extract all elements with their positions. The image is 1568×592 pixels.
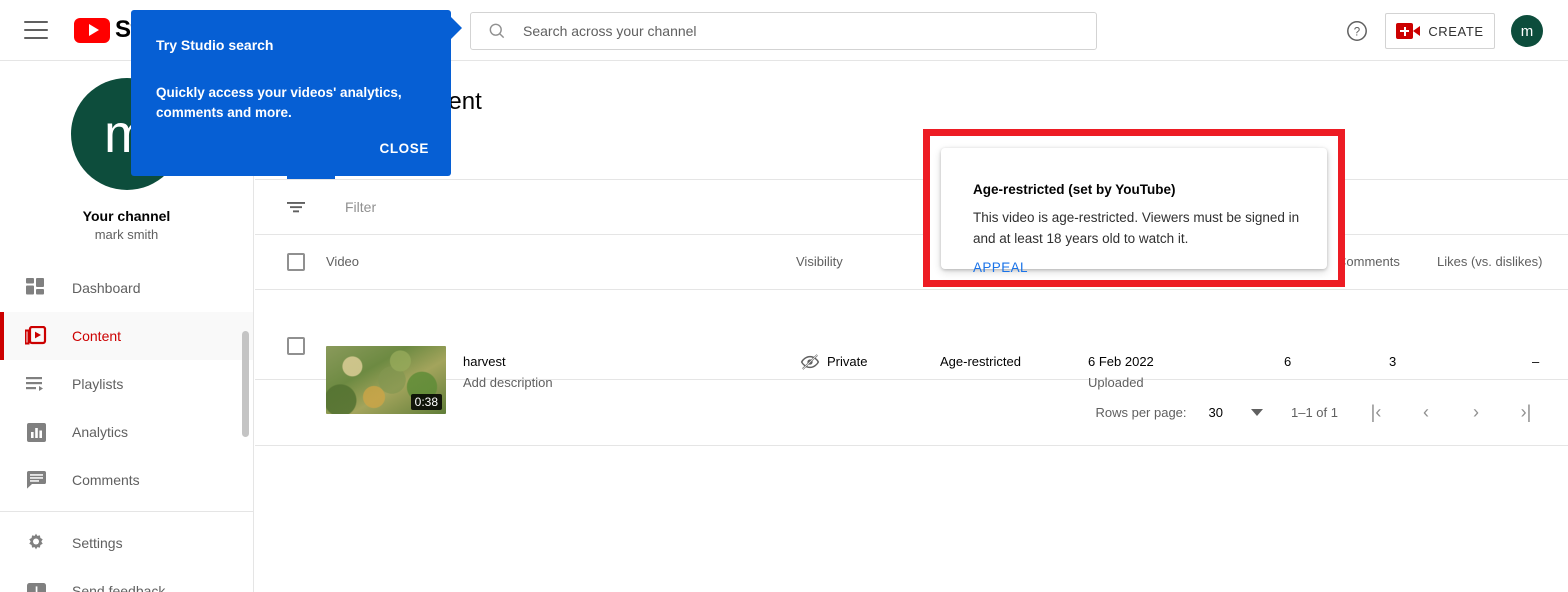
- rows-per-page-value[interactable]: 30: [1209, 405, 1223, 420]
- prev-page-icon[interactable]: ‹: [1414, 401, 1438, 425]
- sidebar-item-label: Playlists: [72, 376, 124, 392]
- create-button-label: CREATE: [1428, 23, 1484, 39]
- table-header: Video Visibility Restrictions Date Views…: [255, 236, 1568, 290]
- pagination-range: 1–1 of 1: [1291, 405, 1338, 420]
- svg-text:?: ?: [1354, 26, 1360, 38]
- row-checkbox[interactable]: [287, 337, 305, 355]
- dashboard-icon: [24, 276, 48, 300]
- search-input[interactable]: Search across your channel: [470, 12, 1097, 50]
- create-button[interactable]: CREATE: [1385, 13, 1495, 49]
- search-icon: [489, 23, 505, 39]
- youtube-studio-page: Studio Search across your channel ? CREA…: [0, 0, 1568, 592]
- video-camera-plus-icon: [1396, 23, 1421, 39]
- first-page-icon[interactable]: |‹: [1364, 401, 1388, 425]
- column-header-likes[interactable]: Likes (vs. dislikes): [1437, 254, 1542, 269]
- appeal-link[interactable]: APPEAL: [973, 260, 1028, 275]
- analytics-bar-icon: [24, 420, 48, 444]
- hamburger-menu-icon[interactable]: [24, 21, 48, 39]
- filter-icon[interactable]: [285, 196, 307, 218]
- sidebar-item-label: Content: [72, 328, 122, 344]
- help-circle-icon[interactable]: ?: [1345, 19, 1369, 43]
- sidebar-item-label: Settings: [72, 535, 123, 551]
- coachmark-title: Try Studio search: [156, 37, 274, 53]
- video-comments: 3: [1389, 354, 1397, 369]
- video-date: 6 Feb 2022: [1088, 354, 1154, 369]
- feedback-exclaim-icon: [24, 579, 48, 592]
- video-visibility: Private: [827, 354, 868, 369]
- comments-icon: [24, 468, 48, 492]
- sidebar-item-settings[interactable]: Settings: [0, 519, 253, 567]
- sidebar-item-label: Send feedback: [72, 583, 166, 592]
- column-header-video[interactable]: Video: [326, 254, 359, 269]
- sidebar-item-label: Dashboard: [72, 280, 141, 296]
- avatar[interactable]: m: [1511, 15, 1543, 47]
- filter-input[interactable]: Filter: [345, 199, 376, 215]
- search-placeholder: Search across your channel: [523, 23, 697, 39]
- sidebar-item-dashboard[interactable]: Dashboard: [0, 264, 253, 312]
- video-title[interactable]: harvest: [463, 354, 506, 369]
- sidebar-item-content[interactable]: Content: [0, 312, 253, 360]
- channel-name: mark smith: [94, 227, 159, 242]
- sidebar-item-label: Comments: [72, 472, 140, 488]
- gear-icon: [24, 531, 48, 555]
- youtube-play-icon: [74, 17, 110, 43]
- rows-per-page-label: Rows per page:: [1095, 405, 1187, 420]
- filter-bar: Filter: [255, 180, 1568, 235]
- next-page-icon[interactable]: ›: [1464, 401, 1488, 425]
- coachmark-close-button[interactable]: CLOSE: [379, 141, 429, 156]
- main-content: Channel content Filter Video Visibility …: [255, 61, 1568, 592]
- sidebar-nav: Dashboard Content Playlists Analytics Co…: [0, 264, 253, 592]
- sidebar-item-analytics[interactable]: Analytics: [0, 408, 253, 456]
- age-restriction-highlight: Age-restricted (set by YouTube) This vid…: [923, 129, 1345, 287]
- column-header-visibility[interactable]: Visibility: [796, 254, 843, 269]
- pagination: Rows per page: 30 1–1 of 1 |‹ ‹ › ›|: [255, 380, 1568, 446]
- coachmark-body: Quickly access your videos' analytics, c…: [156, 85, 402, 120]
- sidebar-scrollbar[interactable]: [242, 331, 249, 437]
- studio-search-coachmark: Try Studio search Quickly access your vi…: [131, 10, 462, 176]
- eye-off-icon: [800, 354, 820, 370]
- table-row[interactable]: 0:38 harvest Add description Private Age…: [255, 290, 1568, 414]
- video-views: 6: [1284, 354, 1292, 369]
- last-page-icon[interactable]: ›|: [1514, 401, 1538, 425]
- chevron-down-icon[interactable]: [1251, 409, 1263, 416]
- age-restriction-description: This video is age-restricted. Viewers mu…: [973, 210, 1300, 246]
- video-likes: –: [1532, 354, 1540, 369]
- age-restriction-popup: Age-restricted (set by YouTube) This vid…: [941, 148, 1327, 275]
- channel-title: Your channel: [82, 208, 171, 224]
- sidebar-divider: [0, 511, 253, 512]
- playlists-icon: [24, 372, 48, 396]
- sidebar-item-label: Analytics: [72, 424, 129, 440]
- select-all-checkbox[interactable]: [287, 253, 305, 271]
- age-restriction-title: Age-restricted (set by YouTube): [973, 182, 1176, 197]
- sidebar-item-send-feedback[interactable]: Send feedback: [0, 567, 253, 592]
- sidebar-item-playlists[interactable]: Playlists: [0, 360, 253, 408]
- content-video-icon: [24, 324, 48, 348]
- column-header-comments[interactable]: Comments: [1337, 254, 1400, 269]
- video-restrictions[interactable]: Age-restricted: [940, 354, 1021, 369]
- avatar-initial: m: [1520, 22, 1534, 40]
- sidebar-item-comments[interactable]: Comments: [0, 456, 253, 504]
